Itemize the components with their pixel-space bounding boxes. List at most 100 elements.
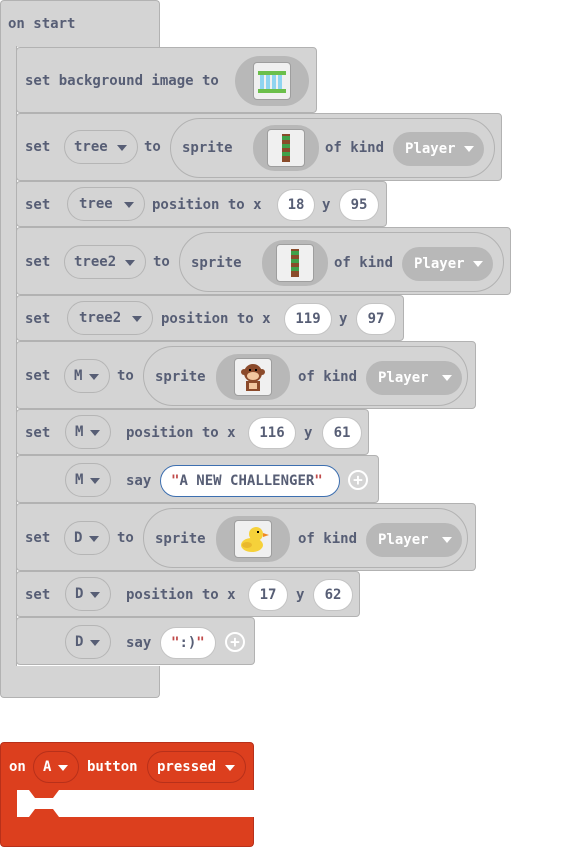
kind-dropdown[interactable]: Player [366, 523, 462, 557]
set-d-position-block[interactable]: set D position to x 17 y 62 [16, 571, 360, 617]
set-m-sprite-block[interactable]: set M to sprite of kind Player [16, 341, 476, 409]
variable-label: tree [74, 139, 108, 155]
position-to-x-label: position to x [152, 197, 262, 213]
set-tree-position-block[interactable]: set tree position to x 18 y 95 [16, 181, 387, 227]
set-tree2-sprite-block[interactable]: set tree2 to sprite of kind Player [16, 227, 511, 295]
y-input[interactable]: 97 [356, 303, 396, 335]
kind-dropdown[interactable]: Player [402, 247, 493, 281]
variable-dropdown-m[interactable]: M [65, 463, 111, 497]
sprite-label: sprite [155, 531, 206, 547]
variable-dropdown-d[interactable]: D [65, 577, 111, 611]
variable-dropdown-m[interactable]: M [64, 359, 110, 393]
set-background-image-block[interactable]: set background image to [16, 47, 317, 113]
chevron-down-icon [442, 537, 452, 543]
variable-dropdown-tree2[interactable]: tree2 [67, 301, 153, 335]
chevron-down-icon [117, 145, 127, 151]
close-quote: " [314, 473, 323, 489]
say-text-input[interactable]: ":)" [160, 627, 216, 659]
kind-label: Player [378, 532, 429, 548]
variable-label: tree2 [74, 254, 117, 270]
x-input[interactable]: 17 [248, 579, 288, 611]
on-start-label: on start [8, 16, 76, 32]
chevron-down-icon [90, 478, 100, 484]
chevron-down-icon [90, 640, 100, 646]
set-d-sprite-block[interactable]: set D to sprite of kind Player [16, 503, 476, 571]
variable-dropdown-tree2[interactable]: tree2 [64, 245, 146, 279]
variable-dropdown-tree[interactable]: tree [67, 187, 145, 221]
sprite-create-block[interactable]: sprite of kind Player [179, 232, 504, 292]
sprite-create-block[interactable]: sprite of kind Player [170, 118, 495, 178]
position-to-x-label: position to x [126, 587, 236, 603]
chevron-down-icon [464, 146, 474, 152]
sprite-image-slot[interactable] [253, 125, 319, 171]
y-input[interactable]: 62 [313, 579, 353, 611]
kind-label: Player [378, 370, 429, 386]
to-label: to [117, 530, 134, 546]
kind-dropdown[interactable]: Player [366, 361, 462, 395]
sprite-image-slot[interactable] [216, 354, 290, 400]
variable-label: D [74, 530, 83, 546]
on-start-spine [0, 46, 17, 668]
event-dropdown[interactable]: pressed [147, 751, 246, 783]
y-label: y [339, 311, 348, 327]
variable-dropdown-tree[interactable]: tree [64, 130, 138, 164]
chevron-down-icon [132, 316, 142, 322]
y-label: y [304, 425, 313, 441]
sprite-label: sprite [155, 369, 206, 385]
d-say-block[interactable]: D say ":)" + [16, 617, 255, 665]
kind-label: Player [414, 256, 465, 272]
of-kind-label: of kind [325, 140, 385, 156]
add-parameter-icon[interactable]: + [348, 470, 368, 490]
x-input[interactable]: 116 [248, 417, 296, 449]
set-label: set [25, 311, 51, 327]
say-label: say [126, 635, 152, 651]
variable-dropdown-d[interactable]: D [65, 625, 111, 659]
chevron-down-icon [125, 260, 135, 266]
sprite-image-slot[interactable] [216, 516, 290, 562]
add-parameter-icon[interactable]: + [225, 632, 245, 652]
sprite-label: sprite [191, 255, 242, 271]
set-label: set [25, 254, 51, 270]
say-text: :) [179, 635, 197, 651]
chevron-down-icon [124, 202, 134, 208]
chevron-down-icon [90, 430, 100, 436]
of-kind-label: of kind [334, 255, 394, 271]
background-image-slot[interactable] [235, 56, 309, 106]
variable-label: D [75, 586, 84, 602]
event-label: pressed [157, 759, 217, 775]
y-input[interactable]: 61 [322, 417, 362, 449]
close-quote: " [196, 635, 205, 651]
button-var-label: A [43, 759, 52, 775]
m-say-block[interactable]: M say "A NEW CHALLENGER" + [16, 455, 379, 503]
button-label: button [87, 759, 138, 775]
x-input[interactable]: 18 [277, 189, 315, 221]
chevron-down-icon [58, 765, 68, 771]
set-tree2-position-block[interactable]: set tree2 position to x 119 y 97 [16, 295, 404, 341]
on-button-hat[interactable]: on A button pressed [0, 742, 254, 791]
y-label: y [296, 587, 305, 603]
tree-column-icon [276, 244, 314, 282]
sprite-create-block[interactable]: sprite of kind Player [143, 508, 468, 568]
variable-dropdown-m[interactable]: M [65, 415, 111, 449]
y-input[interactable]: 95 [339, 189, 379, 221]
variable-dropdown-d[interactable]: D [64, 521, 110, 555]
variable-label: tree2 [79, 310, 122, 326]
set-m-position-block[interactable]: set M position to x 116 y 61 [16, 409, 369, 455]
on-label: on [9, 759, 26, 775]
x-input[interactable]: 119 [284, 303, 332, 335]
chevron-down-icon [89, 536, 99, 542]
set-label: set [25, 139, 51, 155]
to-label: to [117, 368, 134, 384]
sprite-image-slot[interactable] [262, 240, 328, 286]
on-button-pressed-block[interactable]: on A button pressed [0, 742, 254, 848]
set-background-label: set background image to [25, 73, 219, 89]
set-label: set [25, 587, 51, 603]
chevron-down-icon [473, 261, 483, 267]
say-text-input[interactable]: "A NEW CHALLENGER" [160, 465, 340, 497]
sprite-create-block[interactable]: sprite of kind Player [143, 346, 468, 406]
button-dropdown[interactable]: A [33, 751, 79, 783]
set-tree-sprite-block[interactable]: set tree to sprite of kind Player [16, 113, 502, 181]
chevron-down-icon [442, 375, 452, 381]
chevron-down-icon [225, 765, 235, 771]
kind-dropdown[interactable]: Player [393, 132, 484, 166]
